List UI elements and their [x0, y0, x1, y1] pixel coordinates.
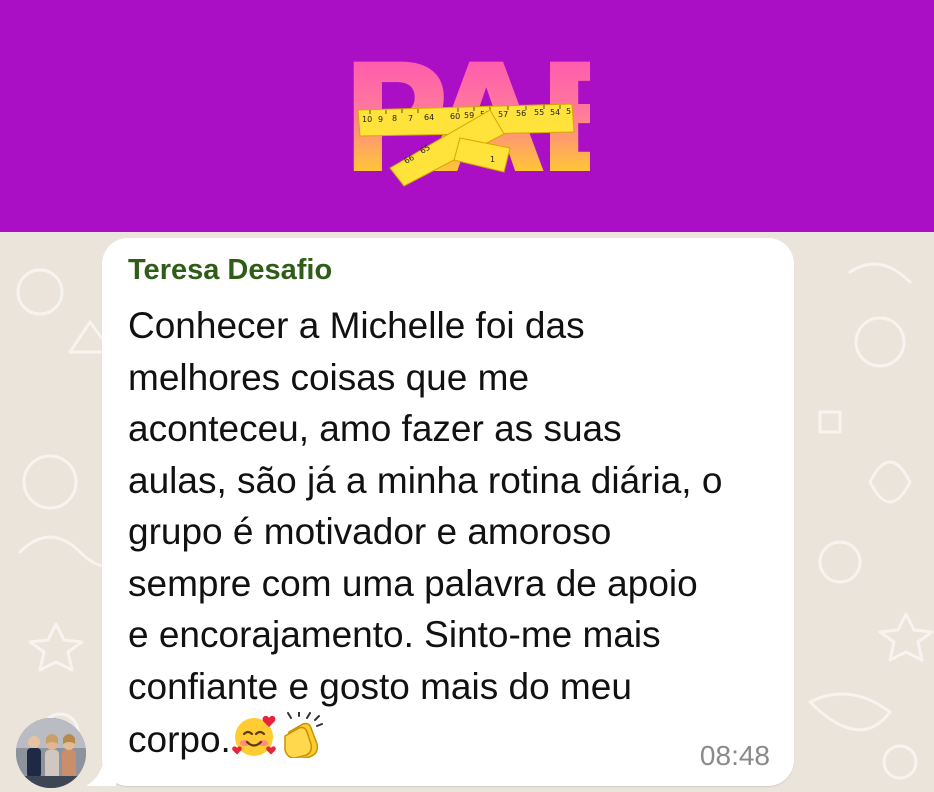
message-line: confiante e gosto mais do meu [128, 665, 632, 707]
group-photo-icon [16, 718, 86, 788]
tape-number: 7 [408, 114, 413, 123]
message-line: aulas, são já a minha rotina diária, o [128, 459, 723, 501]
message-line: corpo. [128, 719, 231, 760]
tape-number: 9 [378, 115, 383, 124]
message-line: e encorajamento. Sinto-me mais [128, 614, 661, 655]
tape-number: 54 [550, 108, 560, 117]
tape-number: 1 [490, 155, 495, 164]
pab-logo: PAB 10 9 8 7 64 60 59 58 57 56 55 54 [340, 40, 651, 200]
message-last-line: corpo. [128, 712, 778, 766]
message-line: sempre com uma palavra de apoio [128, 562, 698, 604]
tape-number: 64 [424, 113, 434, 122]
tape-number: 56 [516, 109, 526, 118]
bubble-tail [86, 760, 116, 786]
tape-number: 55 [534, 108, 544, 117]
message-text: Conhecer a Michelle foi das melhores coi… [128, 300, 778, 766]
message-line: melhores coisas que me [128, 356, 530, 398]
tape-number: 8 [392, 114, 397, 123]
measuring-tape-icon: 10 9 8 7 64 60 59 58 57 56 55 54 5 [357, 103, 575, 187]
sender-avatar[interactable] [16, 718, 86, 788]
clapping-hands-icon [284, 712, 323, 758]
header-banner: PAB 10 9 8 7 64 60 59 58 57 56 55 54 [0, 0, 934, 232]
tape-number: 10 [362, 115, 372, 124]
message-line: Conhecer a Michelle foi das [128, 305, 585, 346]
sender-name[interactable]: Teresa Desafio [128, 254, 332, 287]
message-line: grupo é motivador e amoroso [128, 511, 612, 552]
tape-number: 5 [566, 107, 571, 116]
tape-number: 57 [498, 110, 508, 119]
message-timestamp: 08:48 [699, 740, 770, 771]
smiling-face-with-hearts-icon [232, 715, 276, 756]
tape-number: 59 [464, 111, 474, 120]
tape-number: 60 [450, 112, 460, 121]
message-line: aconteceu, amo fazer as suas [128, 408, 622, 449]
